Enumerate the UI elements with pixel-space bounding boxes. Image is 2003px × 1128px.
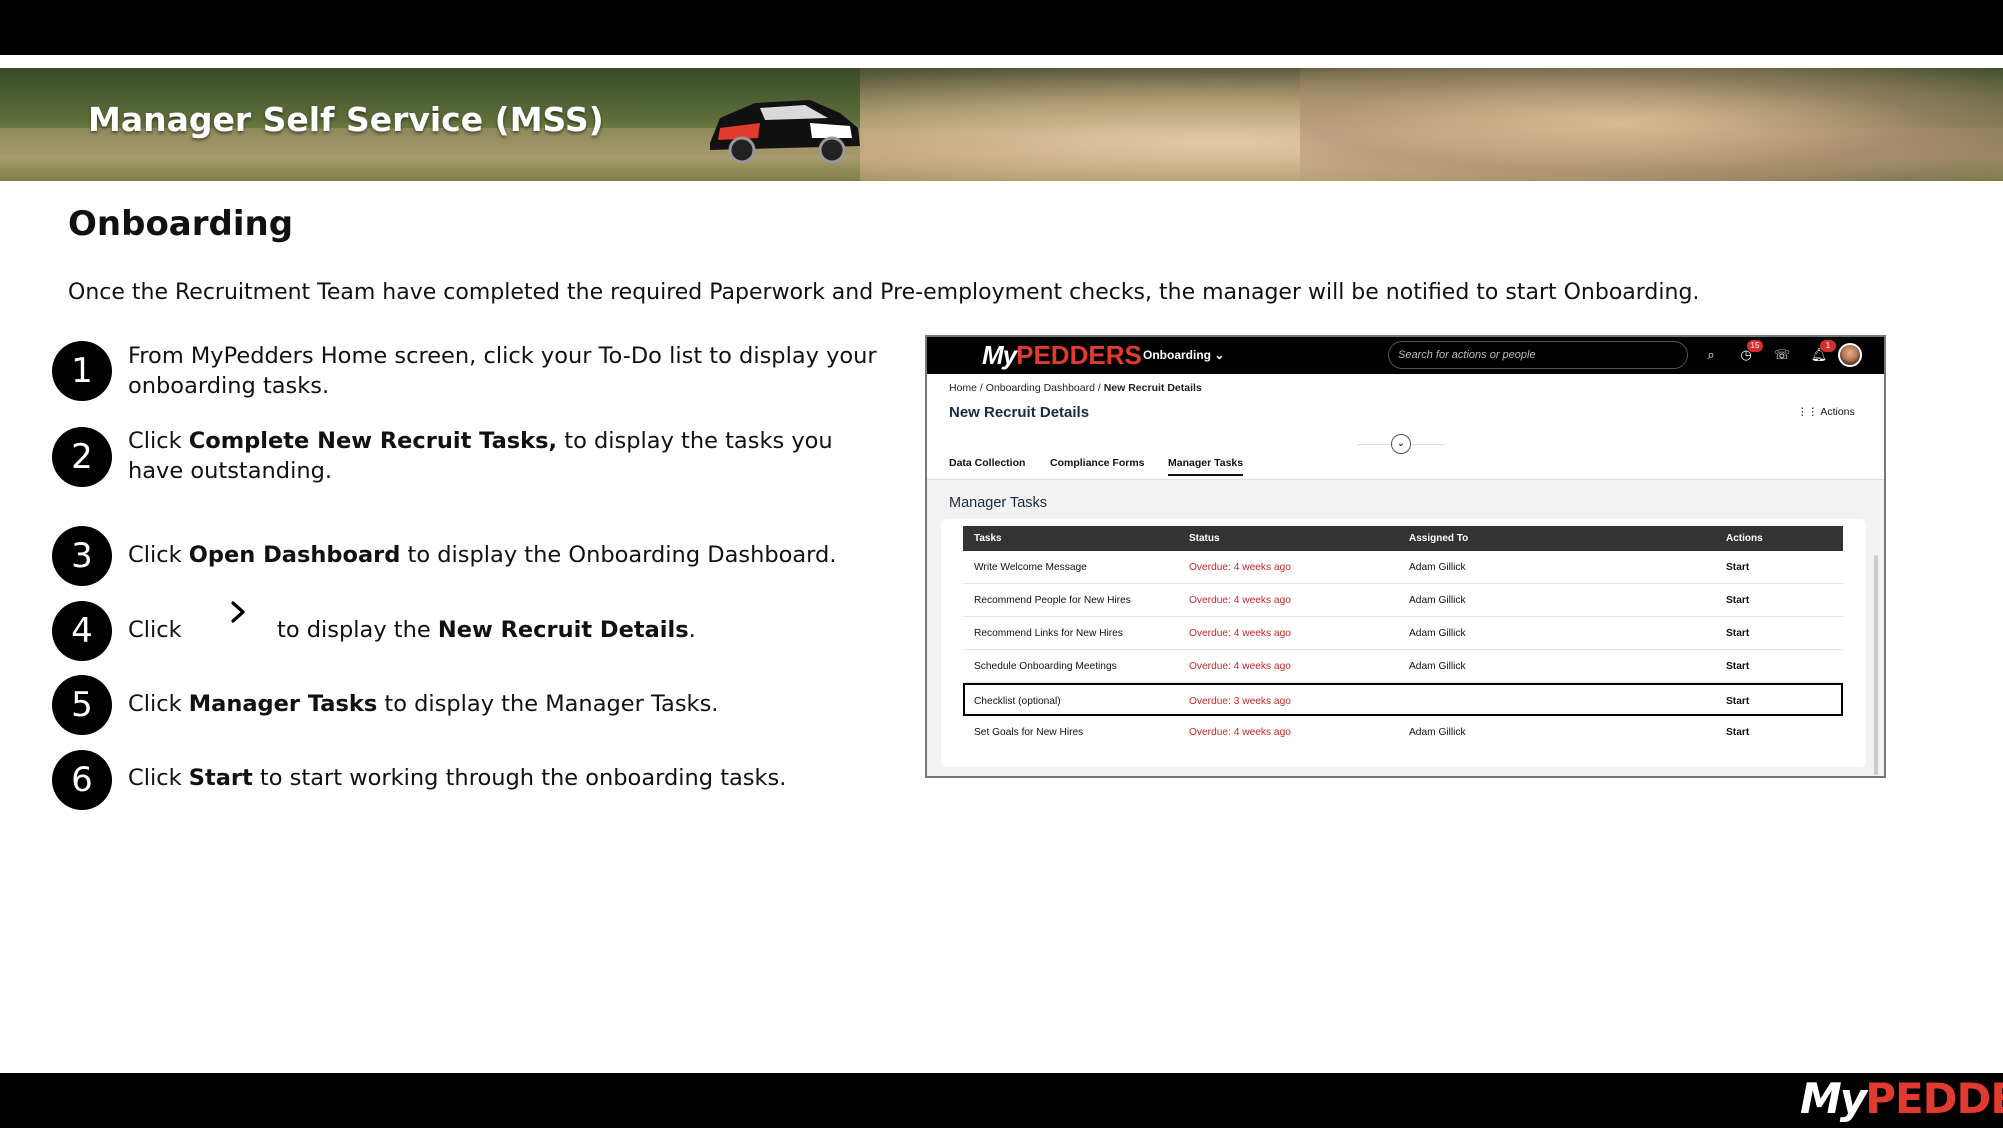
banner-title: Manager Self Service (MSS) (88, 100, 604, 139)
step-text: Click Open Dashboard to display the Onbo… (128, 542, 837, 568)
table-row: Write Welcome Message Overdue: 4 weeks a… (963, 551, 1843, 584)
tab-compliance-forms[interactable]: Compliance Forms (1050, 457, 1145, 469)
todo-badge: 15 (1747, 340, 1763, 352)
table-header: Tasks Status Assigned To Actions (963, 526, 1843, 551)
step-text: Click Start to start working through the… (128, 765, 787, 791)
more-vertical-icon: ⋮⋮ (1797, 406, 1818, 418)
step-text: Click Manager Tasks to display the Manag… (128, 691, 719, 717)
table-row: Schedule Onboarding Meetings Overdue: 4 … (963, 650, 1843, 683)
page-title: New Recruit Details (949, 404, 1090, 421)
rally-car-image (710, 100, 860, 164)
breadcrumb-current: New Recruit Details (1103, 382, 1202, 394)
notification-badge: 1 (1820, 340, 1836, 352)
step-number: 1 (52, 341, 112, 401)
breadcrumb-dashboard[interactable]: Onboarding Dashboard (986, 382, 1095, 394)
start-button[interactable]: Start (1726, 562, 1749, 573)
step-number: 4 (52, 601, 112, 661)
search-input[interactable]: Search for actions or people (1388, 341, 1688, 369)
table-row-highlighted: Checklist (optional) Overdue: 3 weeks ag… (963, 683, 1843, 716)
table-row: Recommend People for New Hires Overdue: … (963, 584, 1843, 617)
step-text: From MyPedders Home screen, click your T… (128, 343, 877, 399)
expand-header-button[interactable]: ⌄ (1391, 434, 1411, 454)
intro-text: Once the Recruitment Team have completed… (68, 280, 1700, 305)
breadcrumb-home[interactable]: Home (949, 382, 977, 394)
start-button[interactable]: Start (1726, 661, 1749, 672)
step-number: 6 (52, 750, 112, 810)
bottom-black-bar (0, 1073, 2003, 1128)
tab-manager-tasks[interactable]: Manager Tasks (1168, 457, 1244, 476)
app-screenshot: MyPEDDERS Onboarding ⌄ Search for action… (925, 335, 1886, 778)
actions-button[interactable]: ⋮⋮ Actions (1797, 406, 1855, 418)
chevron-down-icon: ⌄ (1214, 348, 1225, 362)
page-header: Home / Onboarding Dashboard / New Recrui… (927, 374, 1884, 480)
step-number: 2 (52, 427, 112, 487)
todo-icon[interactable]: ◷ 15 (1737, 340, 1763, 364)
section-title: Onboarding (68, 204, 294, 244)
help-icon[interactable]: ☏ (1773, 346, 1791, 364)
start-button[interactable]: Start (1726, 727, 1749, 738)
search-icon[interactable]: ⌕ (1702, 346, 1720, 364)
manager-tasks-heading: Manager Tasks (949, 495, 1048, 511)
footer-mypedders-logo: MyPEDDERS (1800, 1074, 2003, 1123)
mypedders-logo[interactable]: MyPEDDERS (982, 340, 1142, 371)
step-number: 3 (52, 526, 112, 586)
bell-icon[interactable]: 🔔︎ 1 (1810, 340, 1836, 364)
app-top-bar: MyPEDDERS Onboarding ⌄ Search for action… (927, 337, 1884, 374)
manager-tasks-table: Tasks Status Assigned To Actions Write W… (941, 519, 1866, 767)
start-button[interactable]: Start (1726, 595, 1749, 606)
step-text: Click Complete New Recruit Tasks, to dis… (128, 428, 833, 484)
step-number: 5 (52, 675, 112, 735)
scrollbar[interactable] (1874, 555, 1878, 775)
breadcrumb: Home / Onboarding Dashboard / New Recrui… (949, 382, 1202, 394)
chevron-right-icon (231, 601, 245, 623)
table-row: Set Goals for New Hires Overdue: 4 weeks… (974, 727, 1750, 738)
onboarding-nav-menu[interactable]: Onboarding ⌄ (1143, 348, 1224, 362)
tab-data-collection[interactable]: Data Collection (949, 457, 1025, 469)
avatar[interactable] (1838, 343, 1862, 367)
start-button[interactable]: Start (1726, 628, 1749, 639)
start-button[interactable]: Start (1726, 696, 1749, 707)
table-row: Recommend Links for New Hires Overdue: 4… (963, 617, 1843, 650)
top-black-bar (0, 0, 2003, 55)
